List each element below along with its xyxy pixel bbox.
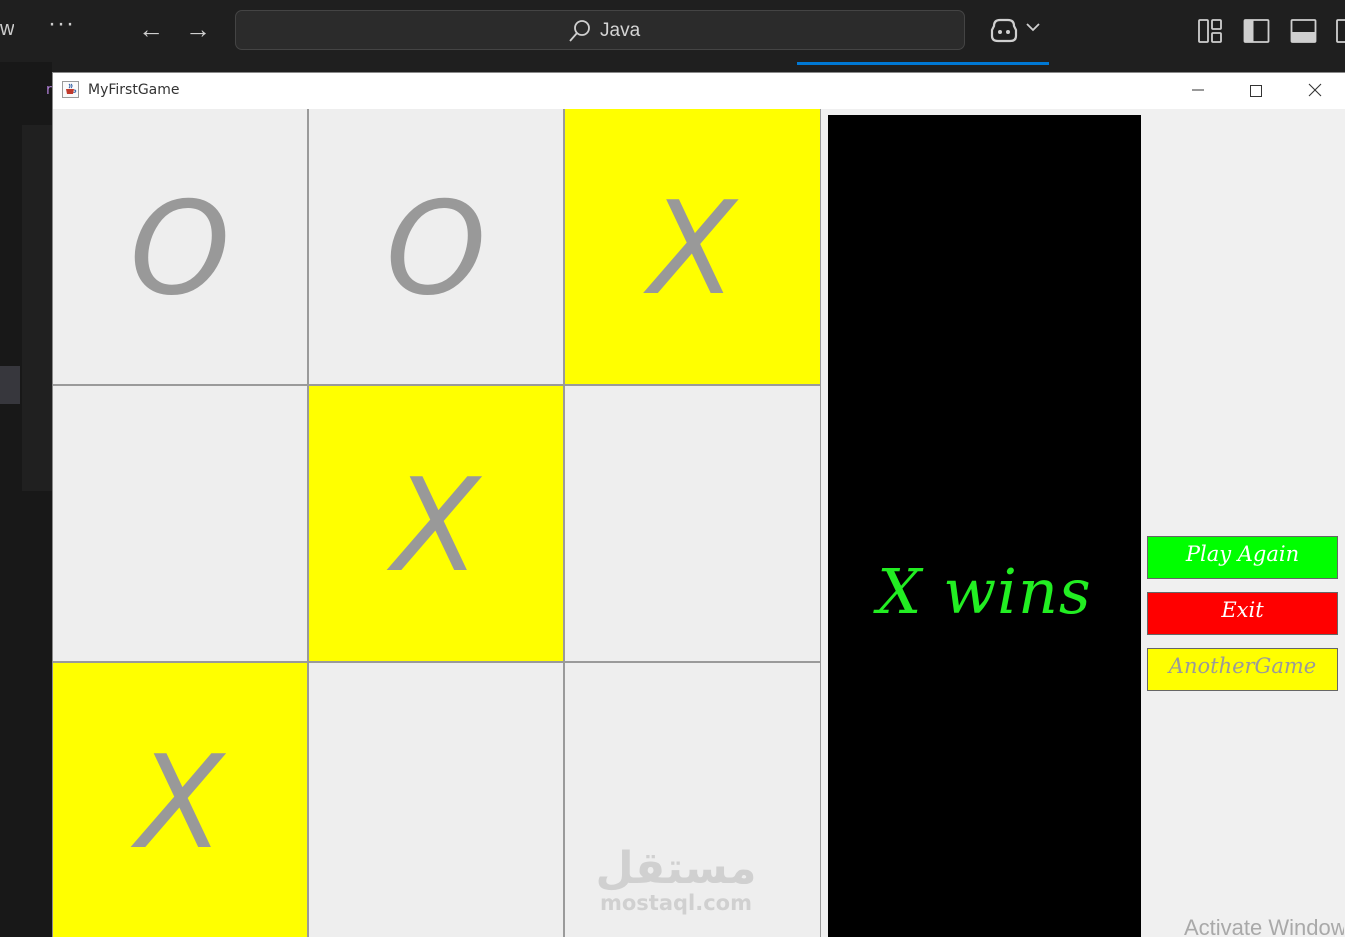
result-panel: X wins — [828, 115, 1141, 937]
board-cell-4[interactable] — [53, 386, 307, 661]
board-cell-1[interactable]: O — [53, 109, 307, 384]
java-app-icon — [62, 81, 79, 98]
command-search-box[interactable]: Java — [235, 10, 965, 50]
board-cell-5[interactable]: X — [309, 386, 563, 661]
activate-windows-notice: Activate Windows — [1184, 915, 1344, 937]
toggle-panel-icon[interactable] — [1290, 18, 1317, 44]
window-title: MyFirstGame — [88, 82, 180, 98]
cell-mark: X — [392, 451, 480, 601]
cell-mark: O — [385, 174, 487, 324]
forward-arrow-icon[interactable]: → — [185, 14, 211, 45]
maximize-icon[interactable] — [1246, 79, 1266, 101]
toggle-sidebar-icon[interactable] — [1243, 18, 1270, 44]
toggle-secondary-sidebar-icon[interactable] — [1335, 18, 1345, 44]
chevron-down-icon[interactable] — [1026, 22, 1040, 32]
cell-mark: X — [648, 174, 737, 324]
board-cell-8[interactable] — [309, 663, 563, 937]
play-again-button[interactable]: Play Again — [1147, 536, 1338, 579]
menu-partial[interactable]: w — [0, 18, 14, 41]
winner-label: X wins — [877, 555, 1092, 628]
cell-mark: O — [129, 174, 231, 324]
window-title-bar: MyFirstGame — [53, 73, 1345, 109]
watermark-arabic: مستقل — [595, 843, 757, 894]
search-icon — [569, 20, 590, 42]
game-window: MyFirstGame O O X X X X wins Play Again … — [52, 72, 1345, 937]
customize-layout-icon[interactable] — [1197, 18, 1223, 44]
exit-button[interactable]: Exit — [1147, 592, 1338, 635]
board-cell-3[interactable]: X — [565, 109, 820, 384]
ide-active-tab-indicator — [797, 62, 1049, 65]
ide-side-panel — [22, 125, 52, 491]
board-cell-6[interactable] — [565, 386, 820, 661]
more-menu-button[interactable]: ··· — [48, 10, 75, 38]
board-cell-7[interactable]: X — [53, 663, 307, 937]
copilot-icon[interactable] — [988, 16, 1020, 44]
ide-selected-item[interactable] — [0, 366, 20, 404]
coffee-cup-icon — [66, 83, 77, 94]
minimize-icon[interactable] — [1188, 79, 1208, 101]
search-text: Java — [600, 20, 641, 41]
another-game-button[interactable]: AnotherGame — [1147, 648, 1338, 691]
watermark-latin: mostaql.com — [600, 891, 752, 915]
ide-title-bar: w ··· ← → Java — [0, 0, 1345, 62]
cell-mark: X — [136, 728, 224, 878]
tic-tac-toe-board: O O X X X — [53, 109, 821, 937]
back-arrow-icon[interactable]: ← — [138, 14, 164, 45]
board-cell-2[interactable]: O — [309, 109, 563, 384]
close-icon[interactable] — [1305, 79, 1325, 101]
